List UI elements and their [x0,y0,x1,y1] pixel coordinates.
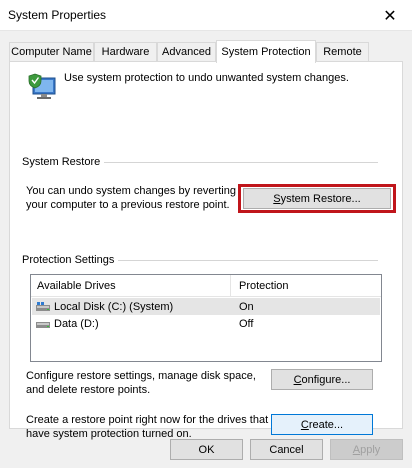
drives-list[interactable]: Available Drives Protection Local Disk (… [30,274,382,362]
computer-shield-icon [28,73,56,99]
drive-protection-status: On [239,300,254,313]
dialog-body: Computer Name Hardware Advanced System P… [0,31,412,468]
configure-button[interactable]: Configure... [271,369,373,390]
create-description-2: have system protection turned on. [26,428,192,440]
tab-strip: Computer Name Hardware Advanced System P… [9,40,403,63]
tab-computer-name[interactable]: Computer Name [9,42,94,61]
intro-text: Use system protection to undo unwanted s… [64,72,349,84]
list-header: Available Drives Protection [31,275,381,297]
drive-name: Local Disk (C:) (System) [54,300,174,313]
drive-row-d[interactable]: Data (D:) Off [32,315,380,332]
column-available-drives[interactable]: Available Drives [37,275,116,297]
protection-settings-label: Protection Settings [22,254,119,266]
create-description-1: Create a restore point right now for the… [26,414,269,426]
system-restore-label: System Restore [22,156,105,168]
system-restore-description-1: You can undo system changes by reverting [26,185,236,197]
system-restore-description-2: your computer to a previous restore poin… [26,199,230,211]
drive-icon [36,322,50,328]
system-protection-panel: Use system protection to undo unwanted s… [9,61,403,440]
configure-description-2: and delete restore points. [26,384,151,396]
configure-description-1: Configure restore settings, manage disk … [26,370,256,382]
tab-system-protection[interactable]: System Protection [216,40,316,63]
drive-row-c[interactable]: Local Disk (C:) (System) On [32,298,380,315]
tab-advanced[interactable]: Advanced [157,42,216,61]
close-icon: ✕ [383,7,397,25]
drive-name: Data (D:) [54,317,99,330]
create-button[interactable]: Create... [271,414,373,435]
title-bar[interactable]: System Properties ✕ [0,0,412,31]
column-protection[interactable]: Protection [239,275,289,297]
cancel-button[interactable]: Cancel [250,439,323,460]
close-button[interactable]: ✕ [368,0,412,31]
system-drive-icon [36,302,50,311]
drive-protection-status: Off [239,317,254,330]
tab-hardware[interactable]: Hardware [94,42,157,61]
window-title: System Properties [8,8,107,22]
apply-button[interactable]: Apply [330,439,403,460]
ok-button[interactable]: OK [170,439,243,460]
column-divider [230,275,231,297]
tab-remote[interactable]: Remote [316,42,369,61]
system-restore-button[interactable]: System Restore... [243,188,391,209]
